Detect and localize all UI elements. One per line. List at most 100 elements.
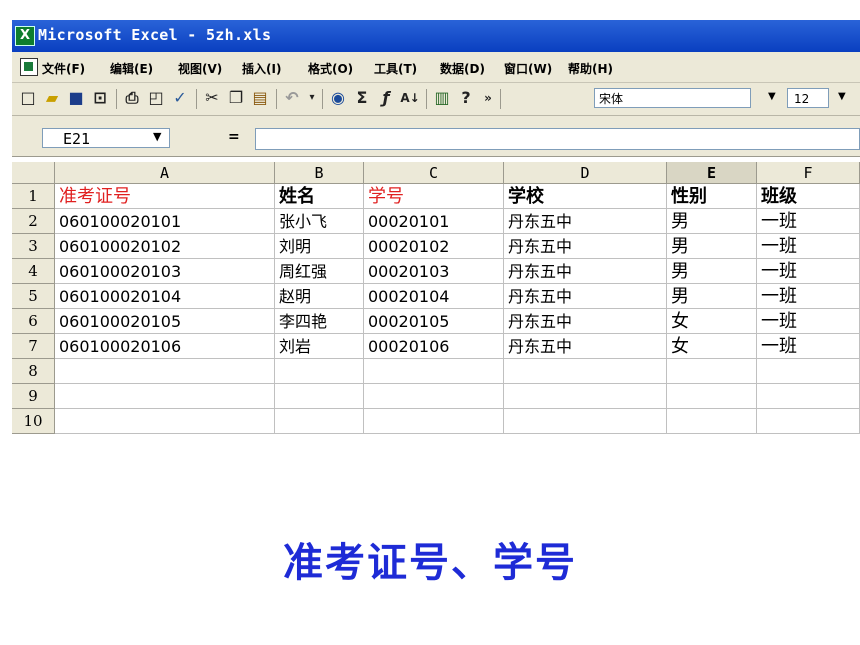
cell-e6[interactable]: 女: [667, 309, 757, 334]
cell-a4[interactable]: 060100020103: [55, 259, 275, 284]
row-header-3[interactable]: 3: [12, 234, 55, 259]
cell-b7[interactable]: 刘岩: [275, 334, 364, 359]
print-preview-icon[interactable]: ◰: [146, 88, 166, 108]
cell-b3[interactable]: 刘明: [275, 234, 364, 259]
column-header-f[interactable]: F: [757, 162, 860, 184]
cell-c4[interactable]: 00020103: [364, 259, 504, 284]
cell-a9[interactable]: [55, 384, 275, 409]
cell-a7[interactable]: 060100020106: [55, 334, 275, 359]
cell-a10[interactable]: [55, 409, 275, 434]
menu-edit[interactable]: 编辑(E): [110, 60, 153, 77]
cell-b8[interactable]: [275, 359, 364, 384]
row-header-8[interactable]: 8: [12, 359, 55, 384]
cell-e8[interactable]: [667, 359, 757, 384]
print-icon[interactable]: ⎙: [122, 88, 142, 108]
cell-e5[interactable]: 男: [667, 284, 757, 309]
cell-d3[interactable]: 丹东五中: [504, 234, 667, 259]
menu-data[interactable]: 数据(D): [440, 60, 485, 77]
hyperlink-icon[interactable]: ◉: [328, 88, 348, 108]
cell-f10[interactable]: [757, 409, 860, 434]
more-buttons-icon[interactable]: »: [478, 88, 498, 108]
row-header-10[interactable]: 10: [12, 409, 55, 434]
title-bar[interactable]: X Microsoft Excel - 5zh.xls: [12, 20, 860, 52]
row-header-4[interactable]: 4: [12, 259, 55, 284]
spelling-icon[interactable]: ✓: [170, 88, 190, 108]
cell-b2[interactable]: 张小飞: [275, 209, 364, 234]
cell-f7[interactable]: 一班: [757, 334, 860, 359]
font-size-dropdown-icon[interactable]: ▼: [838, 91, 846, 102]
row-header-5[interactable]: 5: [12, 284, 55, 309]
cell-e3[interactable]: 男: [667, 234, 757, 259]
cell-a2[interactable]: 060100020101: [55, 209, 275, 234]
permission-icon[interactable]: ⊡: [90, 88, 110, 108]
formula-equals-icon[interactable]: =: [228, 129, 240, 145]
cell-f1[interactable]: 班级: [757, 184, 860, 209]
help-icon[interactable]: ?: [456, 88, 476, 108]
cell-e9[interactable]: [667, 384, 757, 409]
cell-f4[interactable]: 一班: [757, 259, 860, 284]
open-icon[interactable]: ▰: [42, 88, 62, 108]
cell-c2[interactable]: 00020101: [364, 209, 504, 234]
cell-a1[interactable]: 准考证号: [55, 184, 275, 209]
cell-d6[interactable]: 丹东五中: [504, 309, 667, 334]
menu-insert[interactable]: 插入(I): [242, 60, 281, 77]
cell-f6[interactable]: 一班: [757, 309, 860, 334]
cell-d4[interactable]: 丹东五中: [504, 259, 667, 284]
row-header-1[interactable]: 1: [12, 184, 55, 209]
function-icon[interactable]: ƒ: [376, 88, 396, 108]
menu-format[interactable]: 格式(O): [308, 60, 353, 77]
cell-d8[interactable]: [504, 359, 667, 384]
font-size-box[interactable]: 12: [787, 88, 829, 108]
cell-f2[interactable]: 一班: [757, 209, 860, 234]
column-header-e[interactable]: E: [667, 162, 757, 184]
cell-a6[interactable]: 060100020105: [55, 309, 275, 334]
cell-c6[interactable]: 00020105: [364, 309, 504, 334]
cell-b1[interactable]: 姓名: [275, 184, 364, 209]
document-icon[interactable]: [20, 58, 38, 76]
select-all-corner[interactable]: [12, 162, 55, 184]
cell-f5[interactable]: 一班: [757, 284, 860, 309]
name-box[interactable]: E21: [42, 128, 170, 148]
cell-a5[interactable]: 060100020104: [55, 284, 275, 309]
menu-tools[interactable]: 工具(T): [374, 60, 417, 77]
cell-e7[interactable]: 女: [667, 334, 757, 359]
row-header-6[interactable]: 6: [12, 309, 55, 334]
formula-input[interactable]: [255, 128, 860, 150]
cell-d10[interactable]: [504, 409, 667, 434]
cell-f8[interactable]: [757, 359, 860, 384]
cell-b10[interactable]: [275, 409, 364, 434]
cell-e2[interactable]: 男: [667, 209, 757, 234]
cell-d7[interactable]: 丹东五中: [504, 334, 667, 359]
column-header-a[interactable]: A: [55, 162, 275, 184]
cell-b4[interactable]: 周红强: [275, 259, 364, 284]
copy-icon[interactable]: ❐: [226, 88, 246, 108]
cell-c5[interactable]: 00020104: [364, 284, 504, 309]
cell-a3[interactable]: 060100020102: [55, 234, 275, 259]
column-header-c[interactable]: C: [364, 162, 504, 184]
menu-view[interactable]: 视图(V): [178, 60, 222, 77]
font-name-dropdown-icon[interactable]: ▼: [768, 91, 776, 102]
save-icon[interactable]: ■: [66, 88, 86, 108]
cell-b6[interactable]: 李四艳: [275, 309, 364, 334]
autosum-icon[interactable]: Σ: [352, 88, 372, 108]
row-header-9[interactable]: 9: [12, 384, 55, 409]
cell-c3[interactable]: 00020102: [364, 234, 504, 259]
cell-b9[interactable]: [275, 384, 364, 409]
cell-e10[interactable]: [667, 409, 757, 434]
cell-f3[interactable]: 一班: [757, 234, 860, 259]
column-header-b[interactable]: B: [275, 162, 364, 184]
cell-e4[interactable]: 男: [667, 259, 757, 284]
column-header-d[interactable]: D: [504, 162, 667, 184]
sort-ascending-icon[interactable]: A↓: [400, 88, 420, 108]
cell-c1[interactable]: 学号: [364, 184, 504, 209]
menu-help[interactable]: 帮助(H): [568, 60, 613, 77]
cell-c9[interactable]: [364, 384, 504, 409]
cell-f9[interactable]: [757, 384, 860, 409]
cell-c7[interactable]: 00020106: [364, 334, 504, 359]
cell-d5[interactable]: 丹东五中: [504, 284, 667, 309]
cell-e1[interactable]: 性别: [667, 184, 757, 209]
row-header-7[interactable]: 7: [12, 334, 55, 359]
menu-window[interactable]: 窗口(W): [504, 60, 552, 77]
excel-icon[interactable]: X: [15, 26, 35, 46]
menu-file[interactable]: 文件(F): [42, 60, 85, 77]
